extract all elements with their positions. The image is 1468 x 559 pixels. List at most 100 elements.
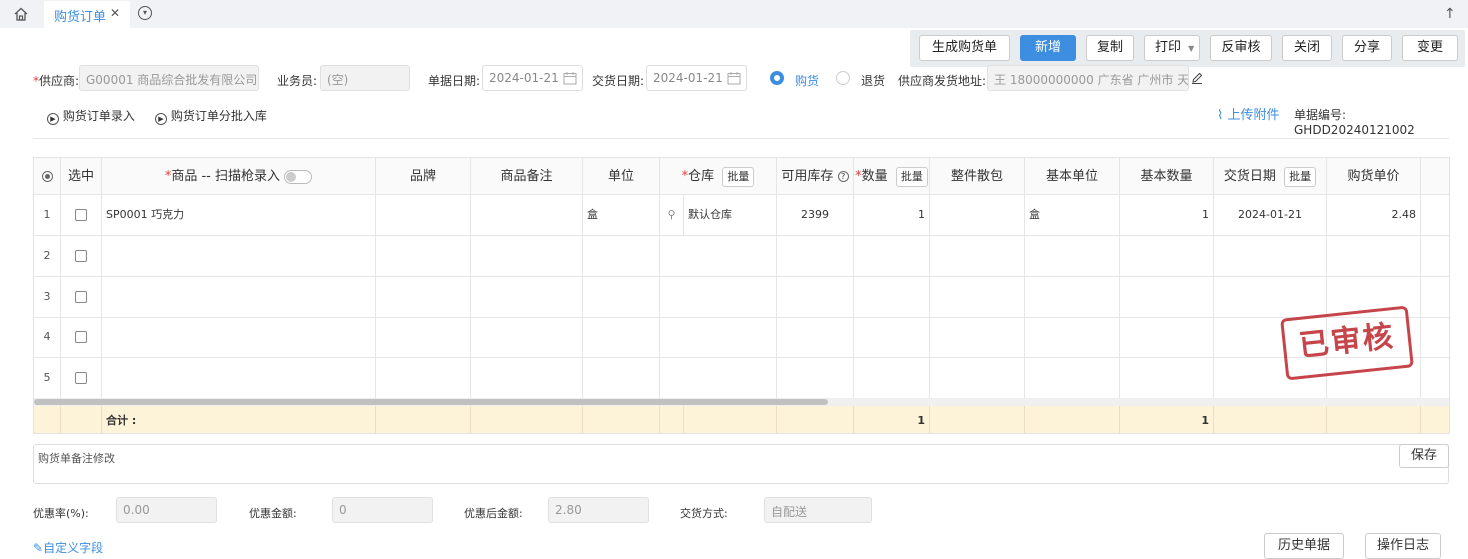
empty-cell[interactable] <box>1120 357 1214 399</box>
new-button[interactable]: 新增 <box>1020 35 1076 61</box>
cell-pack[interactable] <box>930 195 1025 236</box>
empty-cell[interactable] <box>854 357 930 399</box>
empty-cell[interactable] <box>1421 236 1449 277</box>
supplier-field[interactable]: G00001 商品综合批发有限公司 <box>79 65 259 91</box>
search-icon[interactable]: ⚲ <box>667 208 675 221</box>
edit-icon[interactable] <box>1191 72 1203 84</box>
discount-rate-field[interactable]: 0.00 <box>116 497 217 523</box>
delivery-batch-button[interactable]: 批量 <box>1284 166 1317 187</box>
empty-cell[interactable] <box>1025 236 1120 277</box>
empty-cell[interactable] <box>1120 236 1214 277</box>
empty-cell[interactable] <box>1421 317 1449 358</box>
memo-textarea[interactable]: 购货单备注修改 <box>33 444 1449 484</box>
empty-cell[interactable] <box>777 276 854 318</box>
empty-cell[interactable] <box>777 317 854 358</box>
copy-button[interactable]: 复制 <box>1086 35 1134 61</box>
warehouse-batch-button[interactable]: 批量 <box>722 166 755 187</box>
column-settings[interactable] <box>34 158 61 195</box>
cell-qty[interactable]: 1 <box>854 195 930 236</box>
empty-cell[interactable] <box>1421 277 1449 318</box>
empty-cell[interactable] <box>376 357 471 399</box>
generate-purchase-button[interactable]: 生成购货单 <box>919 35 1010 61</box>
cell-remark[interactable] <box>471 195 583 236</box>
empty-cell[interactable] <box>660 317 777 358</box>
scrollbar-thumb[interactable] <box>34 399 828 405</box>
radio-return[interactable] <box>836 71 850 85</box>
cell-warehouse[interactable]: 默认仓库 <box>684 195 777 236</box>
scanner-toggle[interactable] <box>284 169 313 184</box>
empty-cell[interactable] <box>660 236 777 277</box>
bill-date-field[interactable]: 2024-01-21 <box>482 65 583 91</box>
save-memo-button[interactable]: 保存 <box>1399 444 1449 468</box>
empty-cell[interactable] <box>930 236 1025 277</box>
empty-cell[interactable] <box>102 236 376 277</box>
address-field[interactable]: 王 18000000000 广东省 广州市 天河 <box>987 65 1189 91</box>
print-button[interactable]: 打印 ▼ <box>1144 35 1200 61</box>
empty-cell[interactable] <box>854 236 930 277</box>
empty-cell[interactable] <box>1214 276 1327 318</box>
empty-cell[interactable] <box>376 276 471 318</box>
empty-cell[interactable] <box>1025 317 1120 358</box>
empty-cell[interactable] <box>930 276 1025 318</box>
calendar-icon[interactable] <box>563 71 577 85</box>
change-button[interactable]: 变更 <box>1402 35 1458 61</box>
empty-cell[interactable] <box>376 317 471 358</box>
operation-log-button[interactable]: 操作日志 <box>1365 533 1441 559</box>
cell-price[interactable]: 2.48 <box>1327 195 1421 236</box>
unaudit-button[interactable]: 反审核 <box>1210 35 1272 61</box>
empty-cell[interactable] <box>471 276 583 318</box>
delivery-method-field[interactable]: 自配送 <box>764 497 872 523</box>
row-checkbox[interactable] <box>75 371 87 384</box>
empty-cell[interactable] <box>854 276 930 318</box>
empty-cell[interactable] <box>1327 236 1421 277</box>
empty-cell[interactable] <box>854 317 930 358</box>
empty-cell[interactable] <box>102 276 376 318</box>
close-button[interactable]: 关闭 <box>1282 35 1332 61</box>
empty-cell[interactable] <box>777 357 854 399</box>
batch-inbound-link[interactable]: ▶ 购货订单分批入库 <box>155 107 267 125</box>
cell-brand[interactable] <box>376 195 471 236</box>
row-checkbox[interactable] <box>75 209 87 221</box>
share-button[interactable]: 分享 <box>1342 35 1392 61</box>
empty-cell[interactable] <box>1120 317 1214 358</box>
home-icon[interactable] <box>13 6 29 22</box>
empty-cell[interactable] <box>1214 236 1327 277</box>
delivery-date-field[interactable]: 2024-01-21 <box>646 65 747 91</box>
history-button[interactable]: 历史单据 <box>1264 533 1344 559</box>
empty-cell[interactable] <box>376 236 471 277</box>
empty-cell[interactable] <box>583 357 660 399</box>
row-checkbox[interactable] <box>75 290 87 303</box>
empty-cell[interactable] <box>777 236 854 277</box>
empty-cell[interactable] <box>660 357 777 399</box>
upload-attachment-link[interactable]: ⌇ 上传附件 <box>1217 104 1280 123</box>
empty-cell[interactable] <box>930 357 1025 399</box>
row-checkbox[interactable] <box>75 250 87 262</box>
radio-purchase[interactable] <box>770 71 784 85</box>
empty-cell[interactable] <box>583 236 660 277</box>
empty-cell[interactable] <box>102 317 376 358</box>
horizontal-scrollbar[interactable] <box>34 398 1449 406</box>
empty-cell[interactable] <box>1025 276 1120 318</box>
empty-cell[interactable] <box>471 236 583 277</box>
cell-product[interactable]: SP0001 巧克力 <box>102 195 376 236</box>
cell-unit[interactable]: 盒 <box>583 195 660 236</box>
empty-cell[interactable] <box>471 317 583 358</box>
qty-batch-button[interactable]: 批量 <box>895 166 928 187</box>
chevron-down-icon[interactable]: ▾ <box>138 6 152 20</box>
cell-delivery[interactable]: 2024-01-21 <box>1214 195 1327 236</box>
custom-field-link[interactable]: ✎自定义字段 <box>33 539 103 556</box>
close-icon[interactable]: ✕ <box>110 6 120 20</box>
clerk-field[interactable]: (空) <box>320 65 410 91</box>
empty-cell[interactable] <box>583 317 660 358</box>
empty-cell[interactable] <box>471 357 583 399</box>
empty-cell[interactable] <box>1120 276 1214 318</box>
empty-cell[interactable] <box>1421 358 1449 399</box>
empty-cell[interactable] <box>1025 357 1120 399</box>
entry-link[interactable]: ▶ 购货订单录入 <box>47 107 135 125</box>
calendar-icon[interactable] <box>727 71 741 85</box>
empty-cell[interactable] <box>660 276 777 318</box>
empty-cell[interactable] <box>102 357 376 399</box>
empty-cell[interactable] <box>930 317 1025 358</box>
after-discount-field[interactable]: 2.80 <box>548 497 649 523</box>
empty-cell[interactable] <box>583 276 660 318</box>
